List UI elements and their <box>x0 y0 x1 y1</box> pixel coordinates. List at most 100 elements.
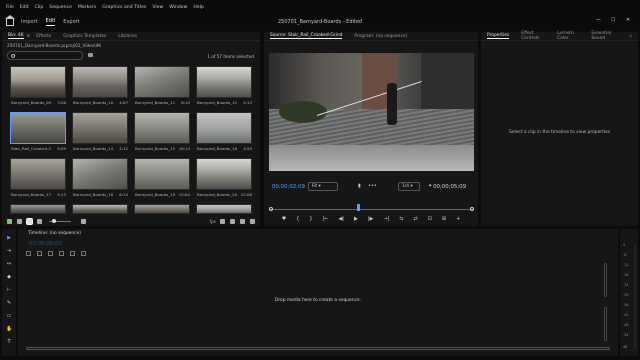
rectangle-tool-icon[interactable]: ▭ <box>6 313 12 319</box>
snap-icon[interactable] <box>37 250 42 256</box>
tab-libraries[interactable]: Libraries <box>118 34 137 39</box>
step-forward-icon[interactable]: |▶ <box>368 216 374 222</box>
tab-import[interactable]: Import <box>21 19 38 25</box>
menu-markers[interactable]: Markers <box>78 5 96 10</box>
home-icon[interactable] <box>5 14 15 26</box>
fit-dropdown[interactable]: Fit ▾ <box>308 182 338 191</box>
tab-essential-sound[interactable]: Essential Sound <box>591 31 617 41</box>
clip-card-partial[interactable] <box>134 204 190 214</box>
add-button-icon[interactable]: + <box>456 216 460 222</box>
clip-card[interactable]: Barnyard_Boards_12... 4:13 <box>196 66 252 110</box>
marker-icon[interactable]: ♥ <box>282 216 286 222</box>
export-frame-icon[interactable]: ⊡ <box>428 216 432 222</box>
new-item-icon[interactable] <box>240 218 245 224</box>
clip-card-selected[interactable]: Stair_Rail_Crooked-Gr... 5:09 <box>10 112 66 156</box>
menu-sequence[interactable]: Sequence <box>49 5 72 10</box>
video-track-scrollbar[interactable] <box>604 263 607 297</box>
source-current-timecode[interactable]: 00;00;02;09 <box>272 184 305 190</box>
tab-effects[interactable]: Effects <box>36 34 51 39</box>
panel-menu-icon[interactable]: ≡ <box>27 34 31 39</box>
trash-icon[interactable] <box>250 218 255 224</box>
tab-export[interactable]: Export <box>63 19 79 25</box>
audio-track-scrollbar[interactable] <box>604 307 607 341</box>
add-marker-icon[interactable] <box>59 250 64 256</box>
mark-out-icon[interactable]: } <box>309 216 312 222</box>
new-bin-icon[interactable] <box>88 53 93 57</box>
clip-card-partial[interactable] <box>196 204 252 214</box>
razor-tool-icon[interactable]: ◆ <box>6 274 12 280</box>
mark-in-icon[interactable]: { <box>296 216 299 222</box>
go-to-in-icon[interactable]: |← <box>323 216 329 222</box>
clip-card[interactable]: Barnyard_Boards_14... 4:12 <box>72 112 128 156</box>
timeline-tab[interactable]: Timeline: (no sequence) <box>28 231 81 236</box>
clip-card[interactable]: Barnyard_Boards_20... 12:06 <box>196 158 252 202</box>
clip-card[interactable]: Barnyard_Boards_17... 5:13 <box>10 158 66 202</box>
tab-edit[interactable]: Edit <box>45 18 56 26</box>
menu-file[interactable]: File <box>6 5 14 10</box>
search-input[interactable] <box>7 51 83 60</box>
insert-icon[interactable]: ⇆ <box>399 216 403 222</box>
selection-tool-icon[interactable]: ▶ <box>6 235 12 241</box>
tabs-overflow-icon[interactable]: » <box>629 34 632 39</box>
icon-view-icon[interactable] <box>26 217 33 225</box>
clip-card[interactable]: Barnyard_Boards_16... 4:20 <box>196 112 252 156</box>
video-frame[interactable] <box>269 53 474 171</box>
clip-duration: 15:04 <box>178 192 190 197</box>
menu-graphics[interactable]: Graphics and Titles <box>102 5 146 10</box>
comparison-icon[interactable]: ⊞ <box>442 216 446 222</box>
list-view-icon[interactable] <box>17 218 22 224</box>
tab-program[interactable]: Program: (no sequence) <box>354 34 407 39</box>
close-icon[interactable]: ✕ <box>626 17 630 23</box>
hand-tool-icon[interactable]: ✋ <box>6 326 12 332</box>
tab-effect-controls[interactable]: Effect Controls <box>521 31 545 41</box>
play-icon[interactable]: ▶ <box>354 216 358 222</box>
go-to-out-icon[interactable]: →| <box>383 216 389 222</box>
nest-icon[interactable] <box>26 250 31 256</box>
linked-selection-icon[interactable] <box>48 250 53 256</box>
pencil-icon[interactable] <box>7 218 12 224</box>
clip-card[interactable]: Barnyard_Boards_19... 15:04 <box>134 158 190 202</box>
settings-icon[interactable]: ▮ <box>358 183 361 189</box>
menu-view[interactable]: View <box>152 5 163 10</box>
find-icon[interactable] <box>220 218 225 224</box>
pen-tool-icon[interactable]: ✎ <box>6 300 12 306</box>
clip-card[interactable]: Barnyard_Boards_10... 4:07 <box>72 66 128 110</box>
captions-icon[interactable] <box>81 250 86 256</box>
menu-edit[interactable]: Edit <box>20 5 29 10</box>
step-back-icon[interactable]: ◀| <box>338 216 344 222</box>
menu-clip[interactable]: Clip <box>35 5 44 10</box>
slip-tool-icon[interactable]: ⊢ <box>6 287 12 293</box>
more-icon[interactable]: ••• <box>368 183 377 189</box>
resolution-dropdown[interactable]: 1/4 ▾ <box>398 182 420 191</box>
out-handle[interactable] <box>470 207 474 211</box>
clip-card-partial[interactable] <box>72 204 128 214</box>
new-bin-icon[interactable] <box>230 218 235 224</box>
source-scrubber[interactable] <box>269 204 474 212</box>
clip-card[interactable]: Barnyard_Boards_11... 6:10 <box>134 66 190 110</box>
tab-properties[interactable]: Properties <box>487 33 510 39</box>
type-tool-icon[interactable]: T <box>6 339 12 345</box>
tab-source[interactable]: Source: Stair_Rail_Crooked-Grind <box>270 33 343 39</box>
clip-card[interactable]: Barnyard_Boards_18... 6:14 <box>72 158 128 202</box>
thumbnail-zoom-slider[interactable] <box>49 218 71 223</box>
timeline-horizontal-scrollbar[interactable] <box>26 347 610 350</box>
wrench-icon[interactable]: ✦ <box>428 183 432 189</box>
playhead[interactable] <box>357 204 360 211</box>
freeform-view-icon[interactable] <box>37 218 42 224</box>
menu-window[interactable]: Window <box>169 5 187 10</box>
tab-graphics-templates[interactable]: Graphics Templates <box>63 34 106 39</box>
track-select-tool-icon[interactable]: ⇥ <box>6 248 12 254</box>
ripple-edit-tool-icon[interactable]: ↔ <box>6 261 12 267</box>
tab-lumetri-color[interactable]: Lumetri Color <box>557 31 579 41</box>
timeline-settings-icon[interactable] <box>70 250 75 256</box>
overwrite-icon[interactable]: ⇄ <box>413 216 417 222</box>
in-handle[interactable] <box>269 207 273 211</box>
clip-card[interactable]: Barnyard_Boards_15... 16:13 <box>134 112 190 156</box>
clip-card-partial[interactable] <box>10 204 66 214</box>
maximize-icon[interactable]: ☐ <box>611 17 615 23</box>
tab-bin-4k[interactable]: Bin: 4K <box>8 33 24 39</box>
menu-help[interactable]: Help <box>193 5 203 10</box>
minimize-icon[interactable]: — <box>596 17 601 23</box>
clip-card[interactable]: Barnyard_Boards_09... 3:08 <box>10 66 66 110</box>
sort-icon[interactable] <box>81 218 86 224</box>
